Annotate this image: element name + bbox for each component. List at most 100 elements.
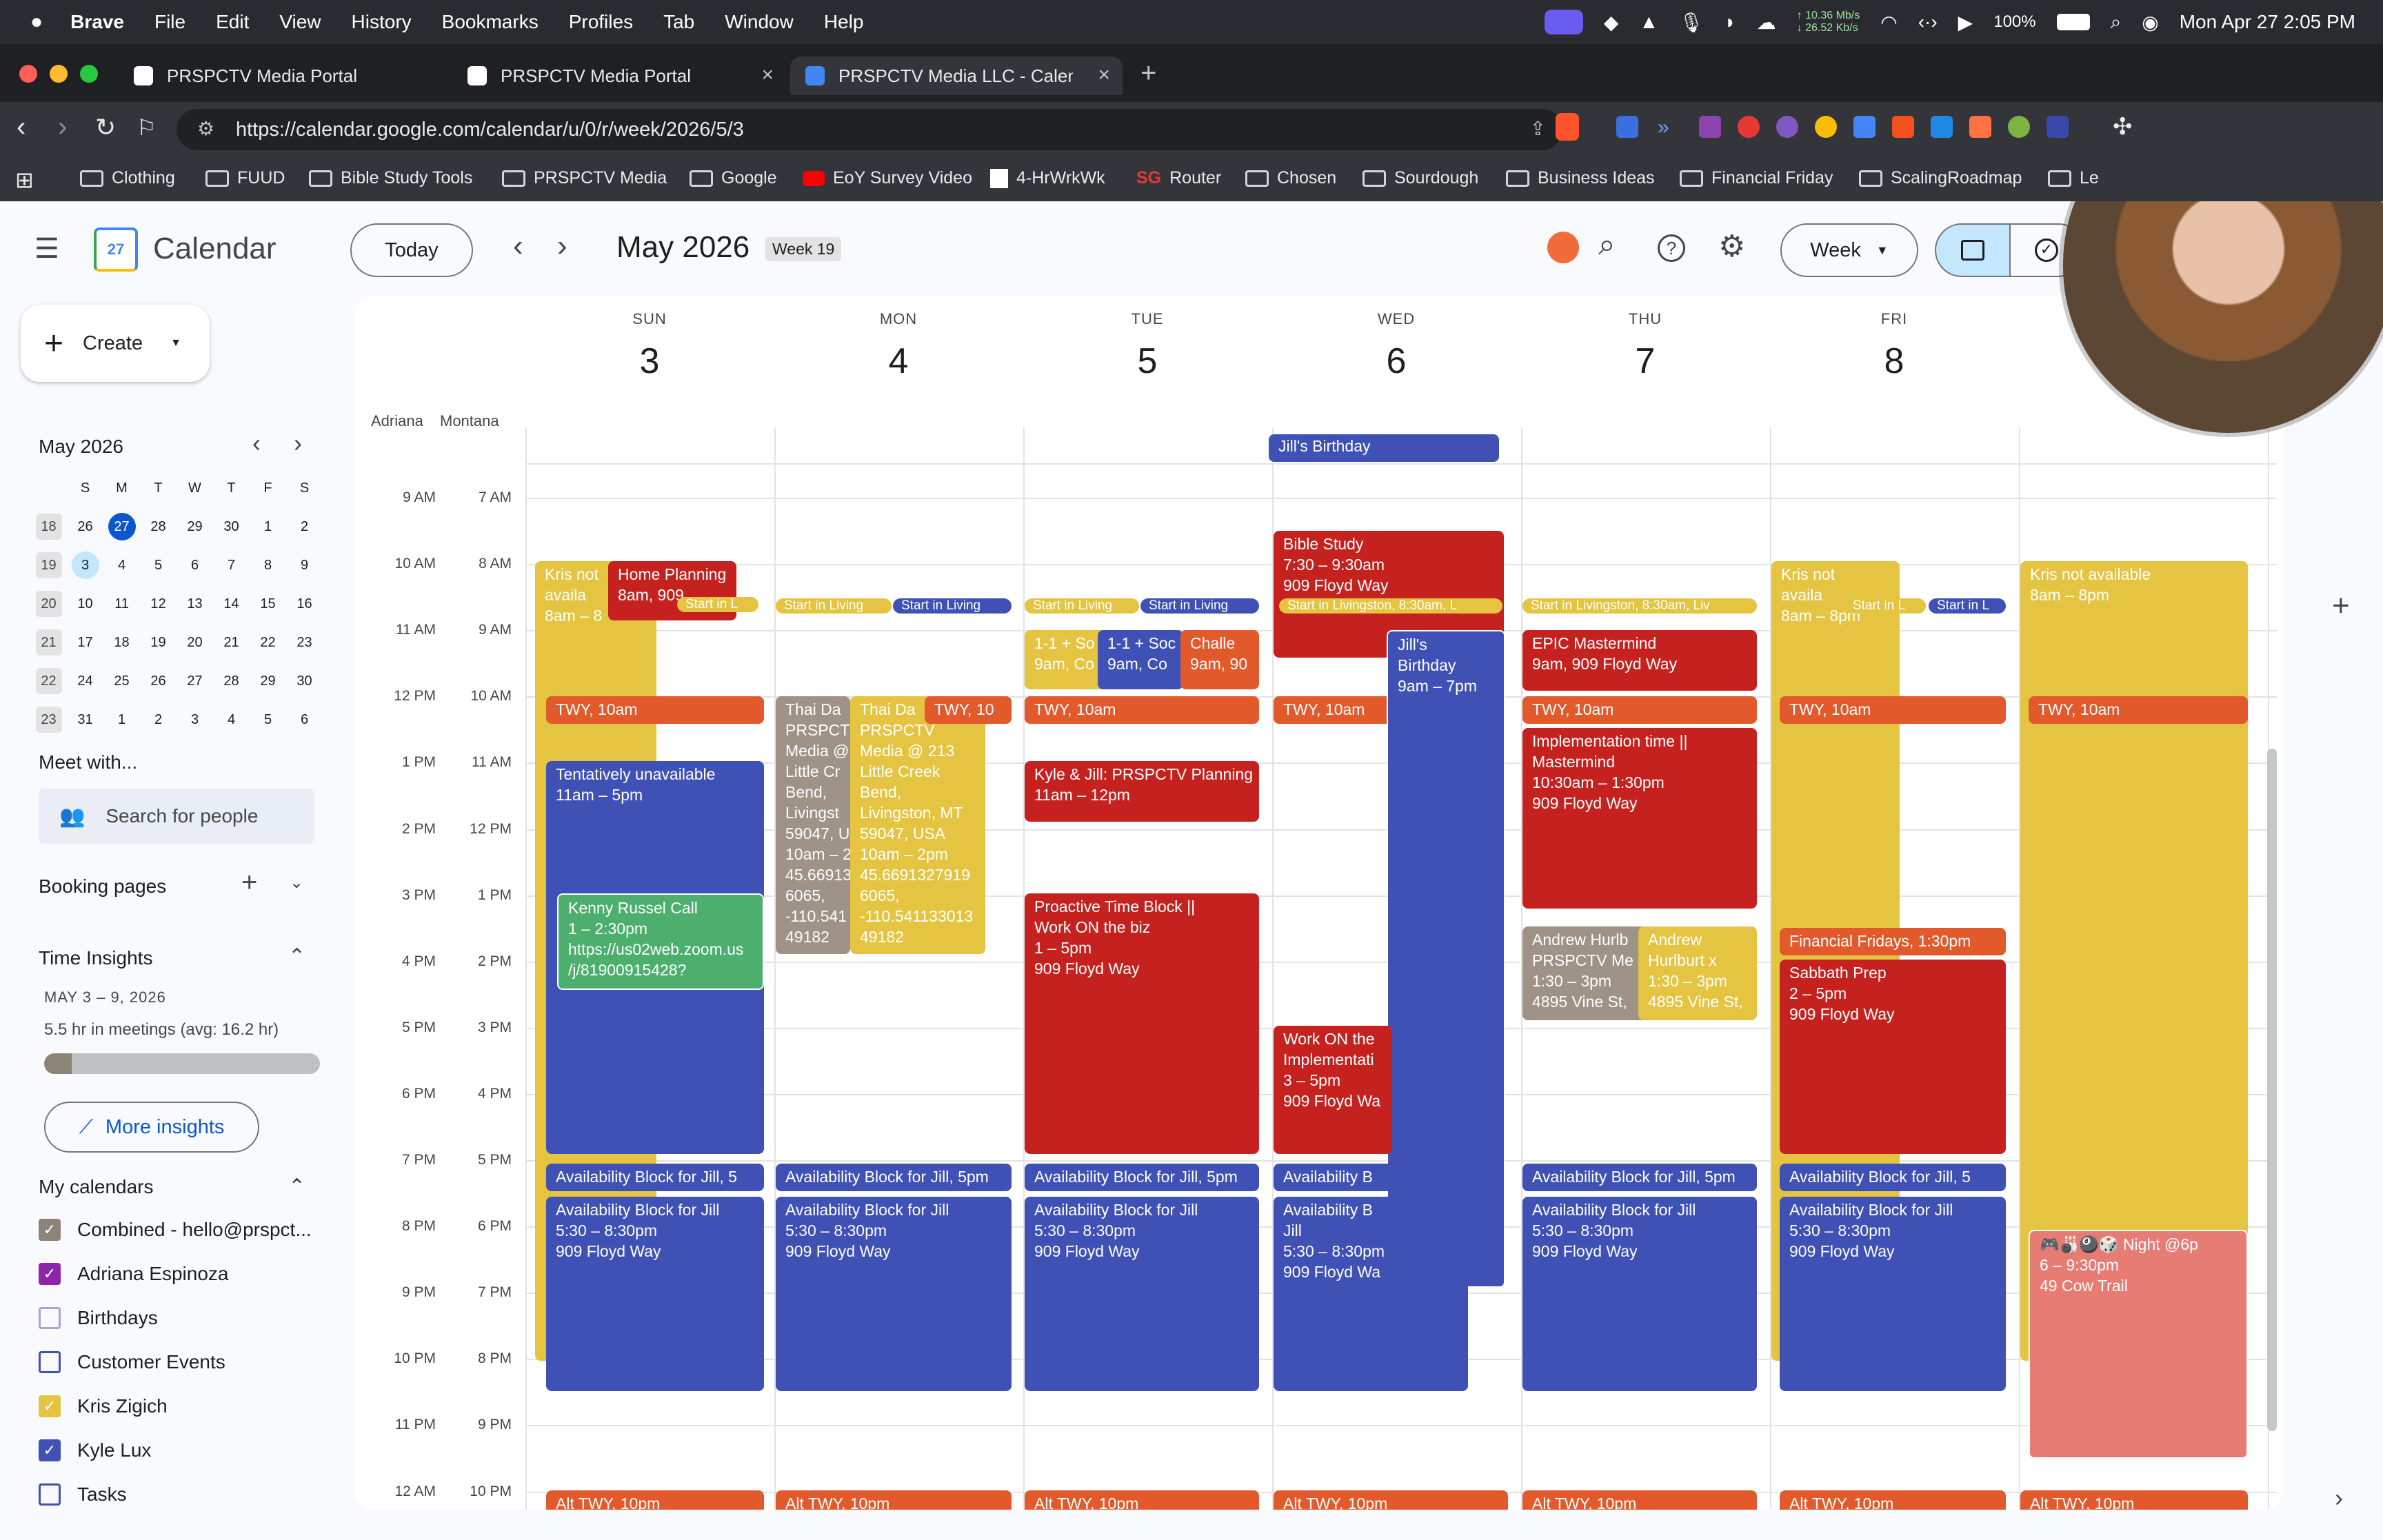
- bookmark-le[interactable]: Le: [2048, 168, 2099, 188]
- mini-day[interactable]: 4: [103, 546, 140, 585]
- event-twy[interactable]: TWY, 10am: [546, 696, 764, 724]
- mini-day[interactable]: 19: [140, 623, 177, 662]
- menu-window[interactable]: Window: [725, 11, 794, 33]
- event-financial-fridays[interactable]: Financial Fridays, 1:30pm: [1780, 928, 2006, 955]
- mini-day[interactable]: 9: [286, 546, 323, 585]
- bookmark-bible-study-tools[interactable]: Bible Study Tools: [309, 168, 472, 188]
- mini-week-number[interactable]: 20: [30, 585, 67, 623]
- chip-start-livingston[interactable]: Start in Living: [1025, 598, 1139, 614]
- calendar-item[interactable]: ✓ Adriana Espinoza: [36, 1259, 325, 1293]
- add-sidepanel-icon[interactable]: +: [2332, 589, 2350, 623]
- tab-portal-1[interactable]: PRSPCTV Media Portal: [119, 57, 450, 95]
- event-andrew-hurlburt[interactable]: Andrew Hurlb PRSPCTV Me 1:30 – 3pm 4895 Vin…: [1522, 926, 1648, 1020]
- day-header-wed[interactable]: WED 6: [1272, 296, 1520, 382]
- share-icon[interactable]: ⇪: [1530, 117, 1546, 140]
- event-work-on-implementation[interactable]: Work ON the Implementati 3 – 5pm 909 Floyd …: [1274, 1026, 1392, 1154]
- extension-icon-2[interactable]: »: [1658, 116, 1669, 139]
- mini-day[interactable]: 13: [177, 585, 213, 623]
- mini-day[interactable]: 29: [250, 662, 286, 700]
- bookmark-clothing[interactable]: Clothing: [80, 168, 175, 188]
- event-availability-short[interactable]: Availability Block for Jill, 5: [546, 1164, 764, 1191]
- mini-day[interactable]: 27: [103, 507, 140, 546]
- close-tab-icon[interactable]: ×: [761, 63, 774, 87]
- screen-record-icon[interactable]: [1544, 10, 1583, 34]
- booking-chevron-icon[interactable]: ⌄: [290, 873, 303, 893]
- dropbox-icon[interactable]: ◆: [1604, 11, 1619, 34]
- checked-box-icon[interactable]: ✓: [39, 1395, 61, 1417]
- mini-day[interactable]: 26: [67, 507, 103, 546]
- event-alt-twy[interactable]: Alt TWY, 10pm: [1025, 1490, 1259, 1510]
- calendar-item[interactable]: Customer Events: [36, 1347, 325, 1381]
- menu-help[interactable]: Help: [824, 11, 864, 33]
- expand-sidepanel-icon[interactable]: ›: [2335, 1483, 2343, 1512]
- collapse-insights-icon[interactable]: ⌃: [288, 944, 305, 969]
- mini-day[interactable]: 12: [140, 585, 177, 623]
- mini-day[interactable]: 21: [213, 623, 250, 662]
- menu-bookmarks[interactable]: Bookmarks: [442, 11, 539, 33]
- chip-start-livingston[interactable]: Start in Livingston, 8:30am, L: [1279, 598, 1502, 614]
- event-twy[interactable]: TWY, 10am: [1274, 696, 1392, 724]
- mini-day[interactable]: 1: [250, 507, 286, 546]
- chip-start-livingston[interactable]: Start in L: [1929, 598, 2006, 614]
- mini-next-icon[interactable]: ›: [294, 429, 302, 458]
- event-thai-day[interactable]: Thai Da PRSPCTV Media @ Little Cr Bend, Livin…: [776, 696, 850, 954]
- brave-shields-icon[interactable]: [1556, 113, 1579, 141]
- extension-icon-6[interactable]: [1815, 116, 1837, 138]
- chip-start-livingston[interactable]: Start in L: [1844, 598, 1926, 614]
- mini-day[interactable]: 26: [140, 662, 177, 700]
- mini-week-number[interactable]: 19: [30, 546, 67, 585]
- mini-day[interactable]: 10: [67, 585, 103, 623]
- event-andrew-hurlburt-2[interactable]: Andrew Hurlburt x 1:30 – 3pm 4895 Vine St,: [1638, 926, 1757, 1020]
- chip-start-livingston[interactable]: Start in Living: [1140, 598, 1259, 614]
- event-alt-twy[interactable]: Alt TWY, 10pm: [1780, 1490, 2006, 1510]
- battery-percent[interactable]: 100%: [1993, 12, 2035, 32]
- view-select[interactable]: Week ▼: [1780, 223, 1918, 277]
- event-thai-day-2[interactable]: Thai Da PRSPCTV Media @ 213 Little Creek Ben…: [850, 696, 985, 954]
- mini-day[interactable]: 6: [286, 700, 323, 739]
- bookmark-sourdough[interactable]: Sourdough: [1363, 168, 1478, 188]
- mini-day[interactable]: 30: [286, 662, 323, 700]
- event-epic-mastermind[interactable]: EPIC Mastermind 9am, 909 Floyd Way: [1522, 630, 1757, 691]
- mini-day[interactable]: 2: [140, 700, 177, 739]
- drive-icon[interactable]: ▲: [1639, 11, 1658, 33]
- menu-file[interactable]: File: [154, 11, 185, 33]
- mini-prev-icon[interactable]: ‹: [252, 429, 261, 458]
- calendar-item[interactable]: ✓ Kyle Lux: [36, 1435, 325, 1470]
- event-availability-block[interactable]: Availability Block for Jill 5:30 – 8:30pm…: [1780, 1197, 2006, 1391]
- extension-icon-8[interactable]: [1892, 116, 1914, 138]
- bookmark-scalingroadmap[interactable]: ScalingRoadmap: [1859, 168, 2022, 188]
- bookmark-router[interactable]: SG Router: [1136, 168, 1221, 188]
- event-availability-short[interactable]: Availability Block for Jill, 5pm: [776, 1164, 1012, 1191]
- battery-icon[interactable]: [2056, 14, 2090, 30]
- menu-edit[interactable]: Edit: [216, 11, 249, 33]
- event-availability-block[interactable]: Availability Block for Jill 5:30 – 8:30pm…: [546, 1197, 764, 1391]
- today-button[interactable]: Today: [350, 223, 473, 277]
- chip-start-livingston[interactable]: Start in Living: [776, 598, 892, 614]
- bookmark-google[interactable]: Google: [690, 168, 777, 188]
- bookmark-eoy-survey-video[interactable]: EoY Survey Video: [803, 168, 972, 188]
- event-game-night[interactable]: 🎮🎳🎱🎲 Night @6p 6 – 9:30pm 49 Cow Trail: [2029, 1230, 2248, 1459]
- calendar-item[interactable]: ✓ Combined - hello@prspct...: [36, 1215, 325, 1249]
- event-availability-block[interactable]: Availability B Jill 5:30 – 8:30pm 909 Floyd…: [1274, 1197, 1468, 1391]
- mini-day[interactable]: 20: [177, 623, 213, 662]
- day-number[interactable]: 4: [774, 341, 1023, 382]
- extension-icon-5[interactable]: [1776, 116, 1798, 138]
- event-implementation-time[interactable]: Implementation time || Mastermind 10:30am …: [1522, 728, 1757, 909]
- mini-week-number[interactable]: 23: [30, 700, 67, 739]
- collapse-calendars-icon[interactable]: ⌃: [288, 1175, 305, 1199]
- event-twy[interactable]: TWY, 10: [925, 696, 1012, 724]
- create-button[interactable]: + Create ▼: [21, 305, 210, 382]
- reload-icon[interactable]: ↻: [95, 113, 116, 142]
- search-icon[interactable]: ⌕: [1598, 227, 1616, 262]
- mini-day[interactable]: 22: [250, 623, 286, 662]
- chip-start-livingston[interactable]: Start in Livingston, 8:30am, Liv: [1522, 598, 1757, 614]
- checked-box-icon[interactable]: ✓: [39, 1439, 61, 1461]
- extension-icon-9[interactable]: [1931, 116, 1953, 138]
- mini-day[interactable]: 8: [250, 546, 286, 585]
- zoom-window-button[interactable]: [80, 65, 98, 83]
- event-kenny-russel-call[interactable]: Kenny Russel Call 1 – 2:30pm https://us02w…: [557, 893, 764, 990]
- checked-box-icon[interactable]: ✓: [39, 1219, 61, 1241]
- menubar-clock[interactable]: Mon Apr 27 2:05 PM: [2180, 11, 2355, 33]
- apple-icon[interactable]: ●: [30, 10, 43, 34]
- day-header-thu[interactable]: THU 7: [1521, 296, 1769, 382]
